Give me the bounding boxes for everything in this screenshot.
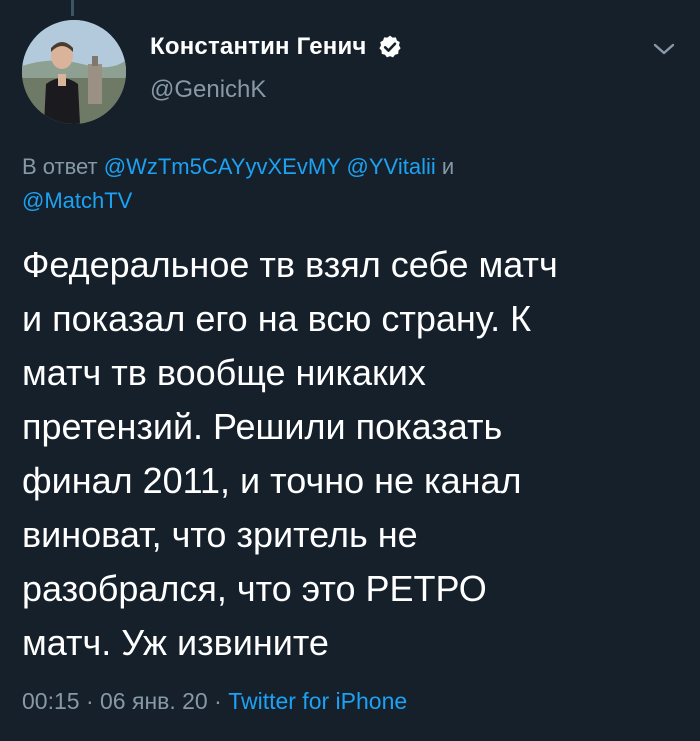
tweet-text-line: виноват, что зритель не bbox=[22, 514, 418, 555]
tweet-text-line: претензий. Решили показать bbox=[22, 406, 503, 447]
reply-mention-link[interactable]: @YVitalii bbox=[347, 154, 436, 179]
tweet-text-line: матч тв вообще никаких bbox=[22, 352, 426, 393]
tweet-text-line: матч. Уж извините bbox=[22, 622, 329, 663]
reply-mention-link[interactable]: @MatchTV bbox=[22, 188, 132, 213]
meta-separator: · bbox=[85, 688, 94, 714]
tweet-text-line: финал 2011, и точно не канал bbox=[22, 460, 522, 501]
tweet-header: Константин Генич @GenichK bbox=[150, 32, 403, 104]
avatar[interactable] bbox=[22, 20, 126, 124]
tweet-text-line: и показал его на всю страну. К bbox=[22, 298, 532, 339]
tweet-text-line: разобрался, что это РЕТРО bbox=[22, 568, 487, 609]
thread-connector-line bbox=[71, 0, 74, 16]
tweet-time[interactable]: 00:15 bbox=[22, 688, 80, 714]
reply-mention-link[interactable]: @WzTm5CAYyvXEvMY bbox=[104, 154, 341, 179]
author-display-name[interactable]: Константин Генич bbox=[150, 33, 367, 61]
tweet-metadata: 00:15 · 06 янв. 20 · Twitter for iPhone bbox=[22, 684, 407, 718]
tweet-body: Федеральное тв взял себе матч и показал … bbox=[22, 238, 682, 670]
chevron-down-icon[interactable] bbox=[650, 38, 678, 60]
meta-separator: · bbox=[214, 688, 222, 714]
tweet-source-link[interactable]: Twitter for iPhone bbox=[228, 688, 407, 714]
author-handle[interactable]: @GenichK bbox=[150, 76, 403, 104]
avatar-photo bbox=[22, 20, 126, 124]
reply-prefix: В ответ bbox=[22, 154, 98, 179]
verified-badge-icon bbox=[377, 34, 403, 60]
reply-conjunction: и bbox=[441, 154, 455, 179]
tweet-text-line: Федеральное тв взял себе матч bbox=[22, 244, 558, 285]
tweet-date[interactable]: 06 янв. 20 bbox=[100, 688, 208, 714]
reply-context: В ответ @WzTm5CAYyvXEvMY @YVitalii и @Ma… bbox=[22, 150, 662, 218]
author-name-row: Константин Генич bbox=[150, 32, 403, 62]
